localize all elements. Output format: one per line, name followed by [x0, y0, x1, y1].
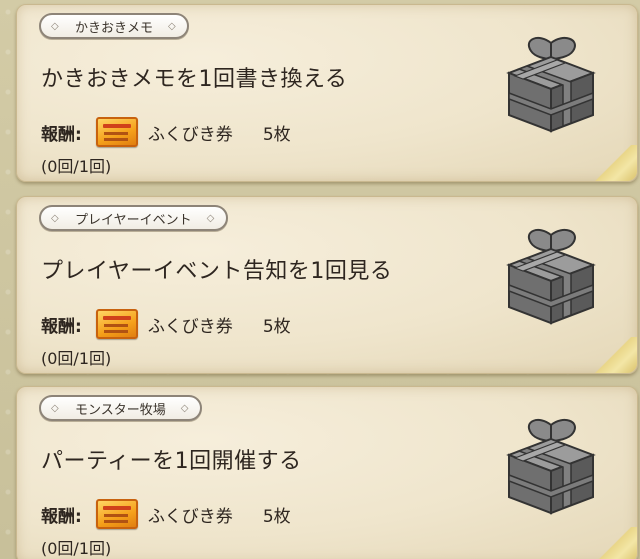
mission-progress: (0回/1回) — [41, 539, 112, 558]
reward-count: 5枚 — [262, 316, 291, 337]
reward-row: 報酬: ふくびき券 5枚 — [41, 309, 291, 339]
diamond-ornament-icon: ◇ — [206, 213, 215, 224]
mission-card[interactable]: ◇ モンスター牧場 ◇ パーティーを1回開催する 報酬: ふくびき券 5枚 (0… — [16, 386, 638, 559]
reward-name: ふくびき券 — [147, 316, 233, 337]
lottery-ticket-icon — [95, 117, 138, 147]
gift-box-icon[interactable] — [501, 35, 601, 135]
reward-name: ふくびき券 — [147, 124, 233, 145]
reward-label: 報酬: — [41, 506, 82, 527]
mission-progress: (0回/1回) — [41, 157, 112, 176]
category-tag: ◇ プレイヤーイベント ◇ — [39, 205, 228, 231]
category-tag: ◇ かきおきメモ ◇ — [39, 13, 190, 39]
reward-count: 5枚 — [262, 124, 291, 145]
mission-progress: (0回/1回) — [41, 349, 112, 368]
category-tag: ◇ モンスター牧場 ◇ — [39, 395, 202, 421]
diamond-ornament-icon: ◇ — [51, 21, 59, 32]
category-label: モンスター牧場 — [75, 402, 166, 418]
mission-title: パーティーを1回開催する — [41, 449, 302, 474]
reward-count: 5枚 — [262, 506, 291, 527]
mission-title: プレイヤーイベント告知を1回見る — [41, 259, 393, 284]
category-label: かきおきメモ — [75, 20, 154, 36]
diamond-ornament-icon: ◇ — [51, 403, 59, 414]
diamond-ornament-icon: ◇ — [168, 21, 176, 32]
mission-card[interactable]: ◇ プレイヤーイベント ◇ プレイヤーイベント告知を1回見る 報酬: ふくびき券… — [16, 196, 638, 374]
lottery-ticket-icon — [95, 309, 138, 339]
gift-box-icon[interactable] — [501, 227, 601, 327]
diamond-ornament-icon: ◇ — [180, 403, 189, 414]
gift-box-icon[interactable] — [501, 417, 601, 517]
mission-card[interactable]: ◇ かきおきメモ ◇ かきおきメモを1回書き換える 報酬: ふくびき券 5枚 (… — [16, 4, 638, 182]
reward-row: 報酬: ふくびき券 5枚 — [41, 499, 291, 529]
reward-row: 報酬: ふくびき券 5枚 — [41, 117, 291, 147]
category-label: プレイヤーイベント — [75, 212, 192, 228]
reward-name: ふくびき券 — [147, 506, 233, 527]
diamond-ornament-icon: ◇ — [51, 213, 59, 224]
reward-label: 報酬: — [41, 124, 82, 145]
reward-label: 報酬: — [41, 316, 82, 337]
lottery-ticket-icon — [95, 499, 138, 529]
mission-title: かきおきメモを1回書き換える — [41, 67, 348, 92]
